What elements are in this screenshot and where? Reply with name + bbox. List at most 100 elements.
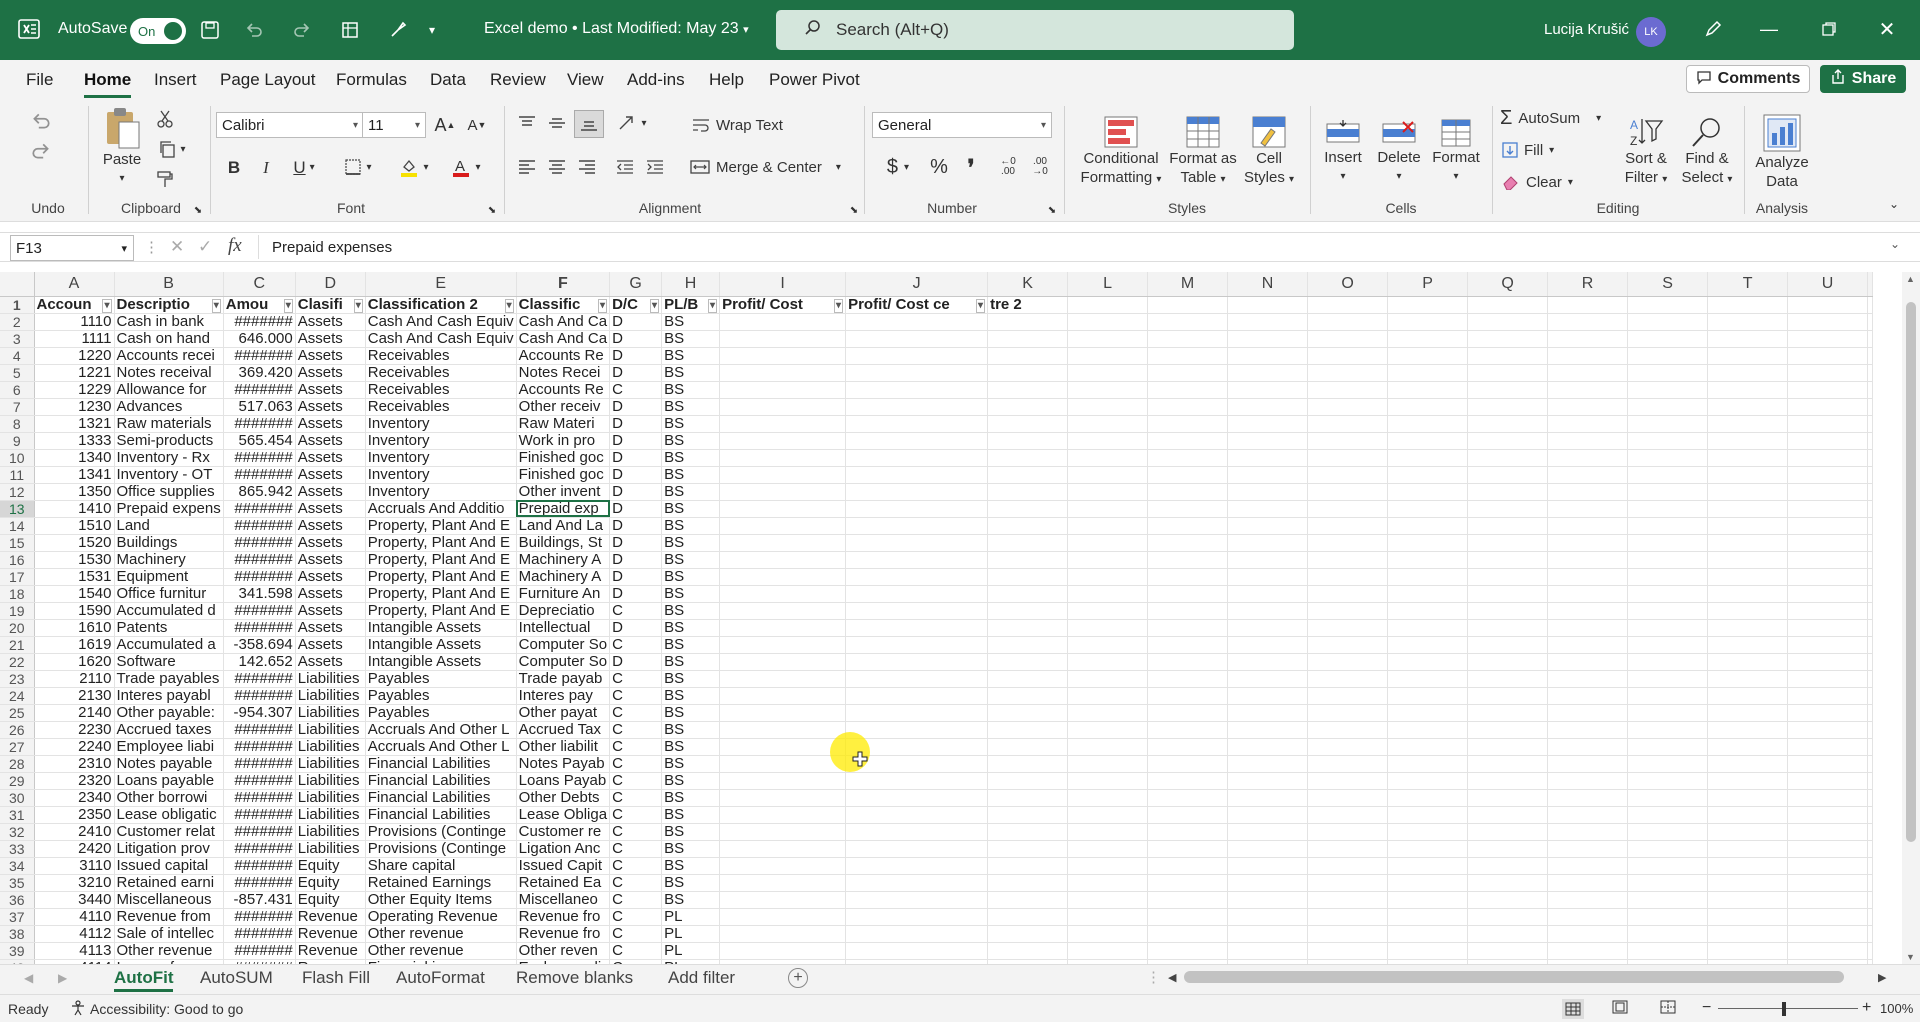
cell[interactable] [1787,670,1869,688]
row-header[interactable]: 19 [0,602,35,620]
column-header[interactable]: N [1227,272,1309,297]
undo-icon[interactable] [242,18,266,42]
formula-value[interactable]: Prepaid expenses [272,239,392,256]
cell[interactable] [1387,874,1469,892]
cell[interactable] [1627,840,1709,858]
cell[interactable] [1707,602,1789,620]
cell[interactable] [1387,500,1469,518]
cell[interactable] [1707,687,1789,705]
font-size-select[interactable]: 11 ▾ [362,112,426,138]
designer-pen-icon[interactable] [1700,16,1726,42]
header-cell[interactable]: Profit/ Cost ▾ [719,296,847,314]
row-header[interactable]: 37 [0,908,35,926]
cell[interactable] [845,636,989,654]
cell[interactable] [1547,330,1629,348]
cell[interactable]: 1341 [34,466,115,484]
cell[interactable] [1307,653,1389,671]
format-as-table-button[interactable]: Format as Table ▾ [1168,104,1238,200]
cell[interactable] [1067,840,1149,858]
cell[interactable]: 3210 [34,874,115,892]
cell[interactable] [1707,789,1789,807]
cell[interactable]: Other borrowi [114,789,224,807]
cell[interactable]: BS [661,755,721,773]
cell[interactable] [1467,347,1549,365]
cell[interactable] [1627,891,1709,909]
cell[interactable] [1227,602,1309,620]
cell[interactable] [1467,330,1549,348]
cell[interactable] [1147,398,1229,416]
cell[interactable]: ####### [223,466,296,484]
delete-cells-button[interactable]: Delete ▾ [1372,104,1426,200]
autosum-button[interactable]: Σ AutoSum ▾ [1500,106,1610,130]
filter-dropdown-icon[interactable]: ▾ [283,298,293,312]
cell[interactable]: -857.431 [223,891,296,909]
cell[interactable] [1147,823,1229,841]
cell[interactable] [1787,381,1869,399]
cell[interactable]: ####### [223,602,296,620]
cell[interactable]: Property, Plant And E [365,534,517,552]
cell[interactable] [1547,891,1629,909]
cell[interactable] [1867,840,1874,858]
row-header[interactable]: 18 [0,585,35,603]
cell[interactable] [1307,585,1389,603]
vertical-scroll-thumb[interactable] [1906,302,1916,842]
cell[interactable] [1547,500,1629,518]
cell[interactable] [987,653,1069,671]
cell[interactable] [987,347,1069,365]
brush-icon[interactable] [386,18,410,42]
insert-function-icon[interactable]: fx [228,235,242,257]
conditional-formatting-button[interactable]: Conditional Formatting ▾ [1074,104,1168,200]
cell[interactable]: BS [661,500,721,518]
cell[interactable] [719,653,847,671]
cell[interactable] [1067,874,1149,892]
cell[interactable]: Assets [295,602,366,620]
find-select-button[interactable]: Find & Select ▾ [1678,104,1736,200]
cell[interactable]: BS [661,619,721,637]
cell[interactable]: Assets [295,619,366,637]
cell[interactable] [987,908,1069,926]
header-cell[interactable]: tre 2 [987,296,1069,314]
cell[interactable]: Property, Plant And E [365,551,517,569]
comments-button[interactable]: Comments [1686,65,1810,93]
cell[interactable] [1547,874,1629,892]
cell[interactable] [1307,619,1389,637]
column-header[interactable]: Q [1467,272,1549,297]
cell[interactable] [1707,415,1789,433]
cell[interactable]: Liabilities [295,772,366,790]
cell[interactable]: Land [114,517,224,535]
zoom-slider[interactable] [1718,1008,1858,1009]
cell[interactable] [1627,942,1709,960]
cell[interactable] [1307,534,1389,552]
cell[interactable]: Liabilities [295,789,366,807]
cell[interactable] [1707,585,1789,603]
cell[interactable] [1387,772,1469,790]
cell[interactable] [987,942,1069,960]
cell[interactable] [987,755,1069,773]
cell[interactable] [1627,755,1709,773]
accessibility-icon[interactable] [70,1000,86,1019]
cell[interactable]: Assets [295,517,366,535]
cell[interactable]: Prepaid exp [516,500,611,518]
cell[interactable] [845,874,989,892]
cell[interactable] [1867,738,1874,756]
cell[interactable] [1867,330,1874,348]
cell[interactable]: D [609,466,663,484]
cell[interactable] [1147,313,1229,331]
filter-dropdown-icon[interactable]: ▾ [650,298,660,312]
cell[interactable]: 2320 [34,772,115,790]
cell[interactable]: Assets [295,415,366,433]
cell[interactable] [1707,313,1789,331]
cell[interactable]: D [609,517,663,535]
increase-decimal-icon[interactable]: ←0.00 [994,154,1022,180]
cell[interactable] [1867,925,1874,943]
cell[interactable]: Inventory [365,415,517,433]
cell[interactable]: 1333 [34,432,115,450]
cell[interactable] [1307,755,1389,773]
cell[interactable] [845,568,989,586]
wrap-text-button[interactable]: Wrap Text [692,112,784,138]
header-cell[interactable] [1547,296,1629,314]
row-header[interactable]: 3 [0,330,35,348]
cell[interactable] [1867,347,1874,365]
cell[interactable] [1147,670,1229,688]
cell[interactable] [1787,721,1869,739]
